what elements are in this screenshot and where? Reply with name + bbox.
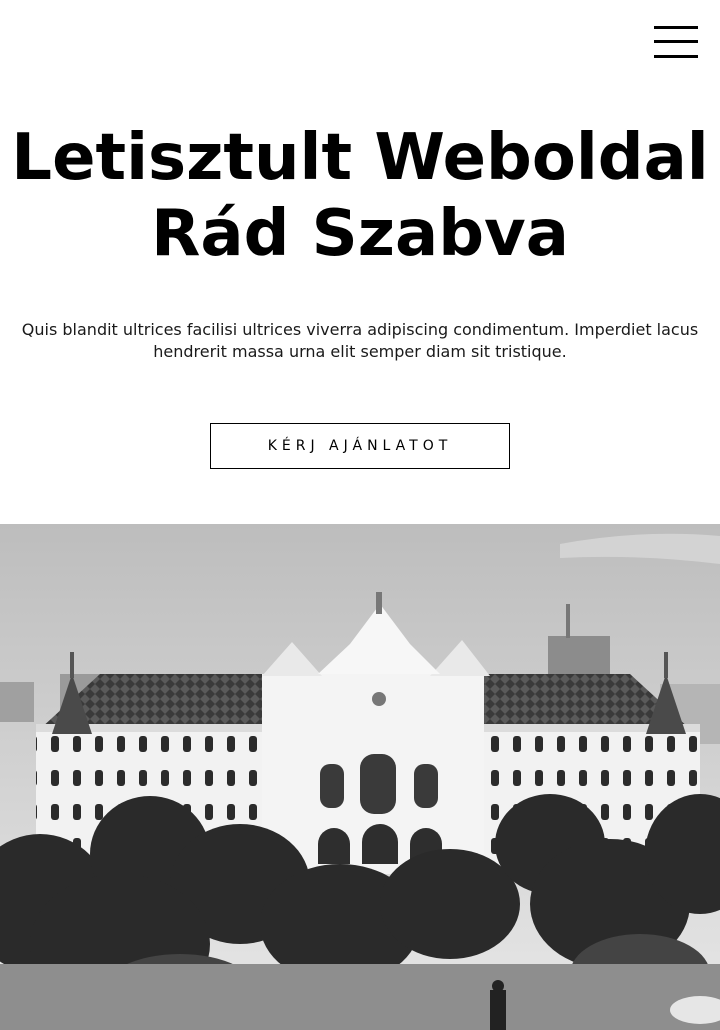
- hamburger-menu-icon: [654, 26, 698, 29]
- palace-photo-illustration: [0, 524, 720, 1030]
- hero-description: Quis blandit ultrices facilisi ultrices …: [21, 320, 699, 361]
- menu-button[interactable]: [654, 24, 698, 60]
- hero-title-line-2: Rád Szabva: [151, 197, 569, 271]
- hero-photo: [0, 524, 720, 1030]
- hero-title: Letisztult Weboldal Rád Szabva: [0, 120, 720, 272]
- request-quote-button[interactable]: KÉRJ AJÁNLATOT: [210, 423, 510, 469]
- hero-title-line-1: Letisztult Weboldal: [11, 121, 709, 195]
